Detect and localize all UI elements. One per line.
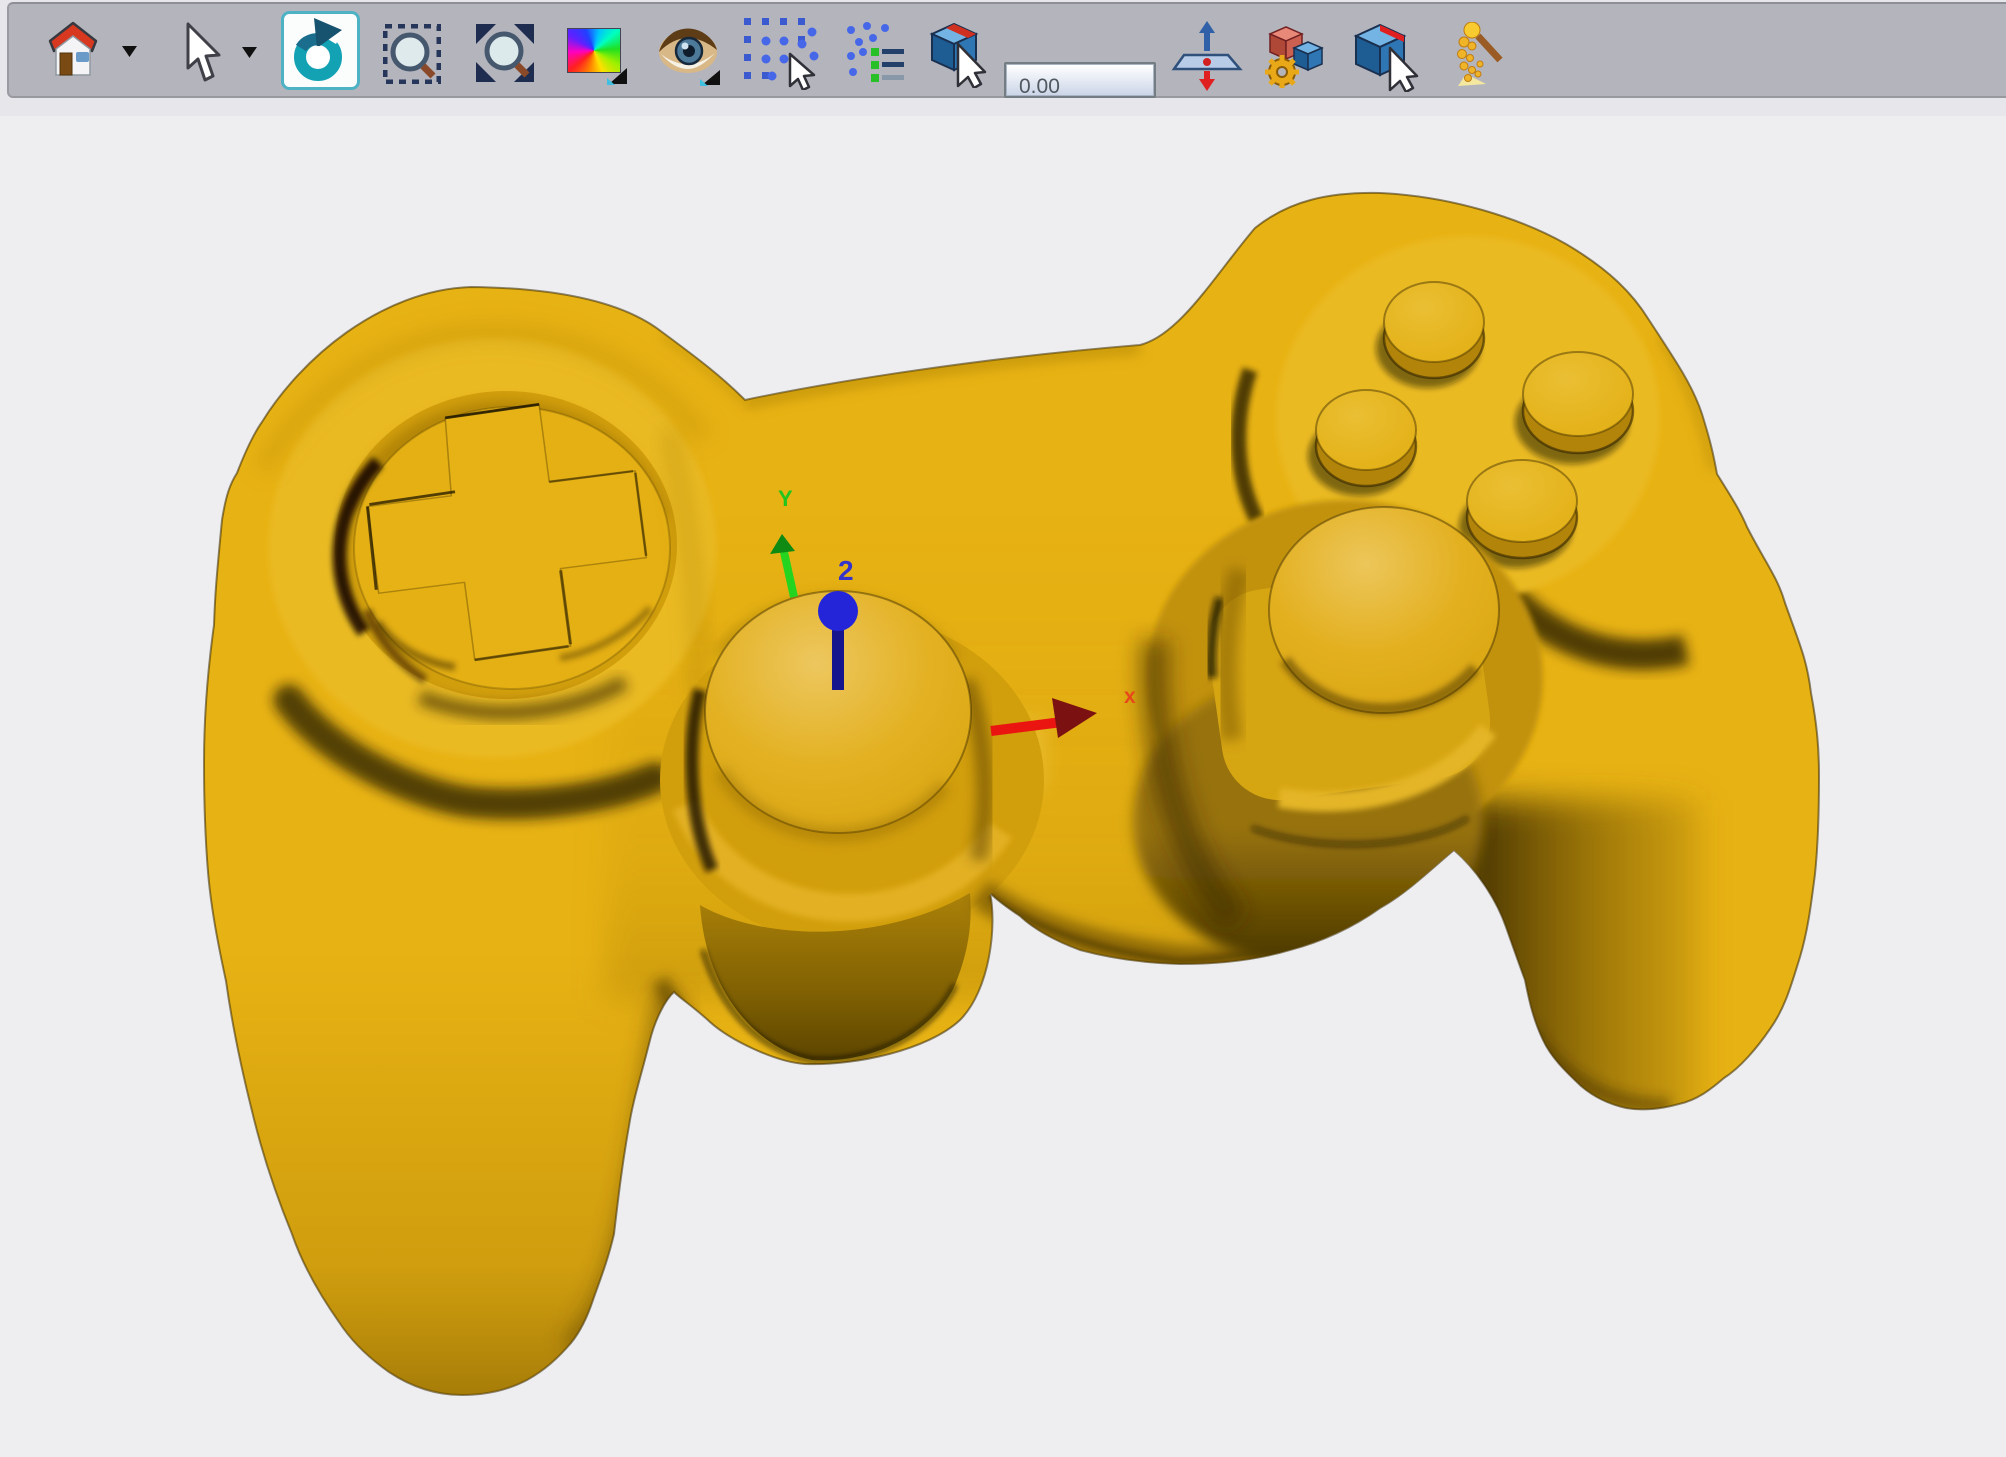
svg-text:x: x bbox=[1124, 685, 1136, 708]
svg-text:Y: Y bbox=[778, 486, 793, 511]
svg-text:2: 2 bbox=[838, 555, 854, 586]
